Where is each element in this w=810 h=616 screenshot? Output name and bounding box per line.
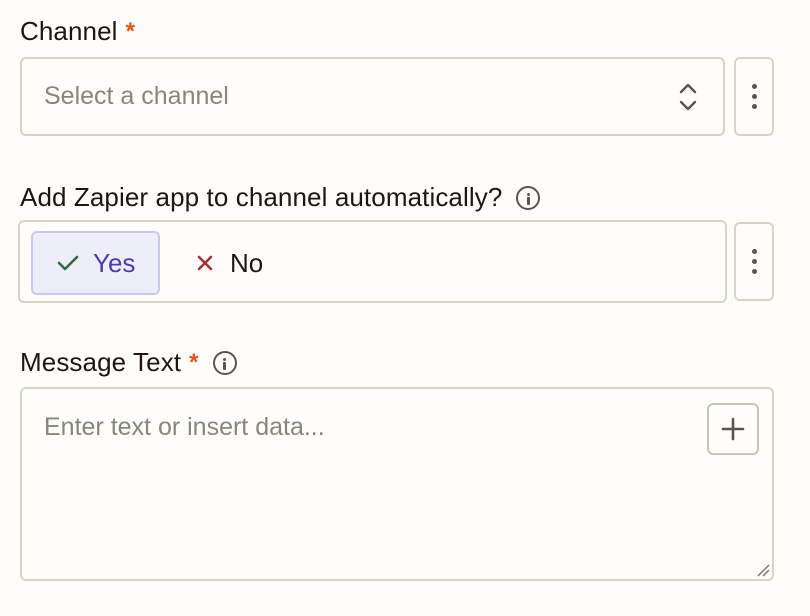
chevron-up-down-icon <box>679 81 697 118</box>
info-icon[interactable] <box>212 350 237 375</box>
check-icon <box>57 255 79 271</box>
add-app-label-text: Add Zapier app to channel automatically? <box>20 182 503 212</box>
message-label-text: Message Text <box>20 347 182 377</box>
add-app-toggle-group: Yes No <box>18 220 727 303</box>
add-app-label: Add Zapier app to channel automatically? <box>20 182 541 213</box>
channel-label: Channel * <box>20 16 135 47</box>
message-placeholder: Enter text or insert data... <box>44 413 325 441</box>
no-option-label: No <box>230 247 264 278</box>
required-asterisk: * <box>189 348 199 376</box>
channel-more-button[interactable] <box>734 57 774 136</box>
channel-label-text: Channel <box>20 16 118 46</box>
close-icon <box>197 255 213 271</box>
required-asterisk: * <box>125 17 136 45</box>
info-icon[interactable] <box>516 185 541 210</box>
more-vertical-icon <box>751 249 757 254</box>
yes-option[interactable]: Yes <box>31 231 160 295</box>
no-option[interactable]: No <box>196 231 263 295</box>
message-textarea[interactable]: Enter text or insert data... <box>20 387 774 581</box>
yes-option-label: Yes <box>93 247 136 278</box>
plus-icon <box>721 417 745 441</box>
add-app-more-button[interactable] <box>734 222 774 301</box>
resize-handle-icon[interactable] <box>756 563 770 577</box>
message-label: Message Text * <box>20 347 237 378</box>
insert-data-button[interactable] <box>707 403 759 455</box>
channel-select-placeholder: Select a channel <box>44 82 229 110</box>
more-vertical-icon <box>751 84 757 89</box>
channel-select[interactable]: Select a channel <box>20 57 725 136</box>
